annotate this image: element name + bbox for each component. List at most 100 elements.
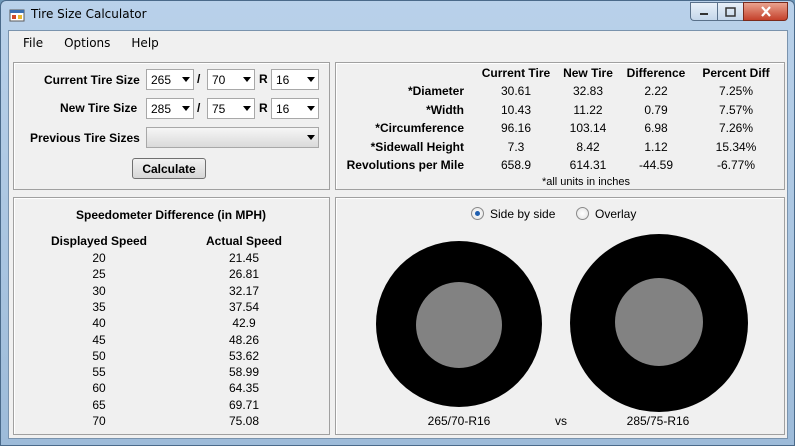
tire-visual-panel: Side by side Overlay 265/70-R16 vs 285/7… [335,197,785,435]
speedo-actual-value: 69.71 [228,398,260,412]
row-current-circumference: 96.16 [500,121,532,135]
speedo-actual-value: 48.26 [228,333,260,347]
row-diff-circumference: 6.98 [644,121,668,135]
speedo-displayed-value: 40 [92,316,106,330]
speedo-col-displayed: Displayed Speed [50,234,148,248]
new-aspect-select[interactable]: 75 [207,98,255,119]
maximize-button[interactable] [717,2,743,21]
menu-file[interactable]: File [15,31,51,55]
speedo-actual-value: 53.62 [228,349,260,363]
speedo-actual-value: 42.9 [232,316,256,330]
current-width-select[interactable]: 265 [146,69,194,90]
speedo-displayed-value: 65 [92,398,106,412]
speedo-actual-value: 64.35 [228,381,260,395]
row-diff-revolutions: -44.59 [638,158,674,172]
speedo-displayed-value: 55 [92,365,106,379]
speedo-actual-value: 26.81 [228,267,260,281]
row-current-width: 10.43 [500,103,532,117]
minimize-button[interactable] [690,2,717,21]
row-current-revolutions: 658.9 [500,158,532,172]
close-icon [760,6,771,17]
speedo-displayed-value: 35 [92,300,106,314]
app-window: Tire Size Calculator File Options Help C… [0,0,795,446]
row-current-sidewall: 7.3 [507,140,525,154]
speedo-displayed-value: 70 [92,414,106,428]
client-area: File Options Help Current Tire Size 265 … [8,30,788,439]
close-button[interactable] [743,2,788,21]
current-aspect-select[interactable]: 70 [207,69,255,90]
results-panel: Current Tire New Tire Difference Percent… [335,62,785,190]
row-pct-diameter: 7.25% [718,84,754,98]
current-width-value: 265 [151,73,172,87]
speedo-col-actual: Actual Speed [205,234,283,248]
units-note: *all units in inches [541,176,631,188]
row-label-width: *Width [426,103,464,117]
r-label: R [259,101,268,115]
row-pct-sidewall: 15.34% [715,140,757,154]
speedo-displayed-value: 30 [92,284,106,298]
slash-label: / [197,101,201,115]
header-current: Current Tire [481,66,551,80]
previous-sizes-label: Previous Tire Sizes [30,131,140,145]
speedo-displayed-value: 45 [92,333,106,347]
menu-help[interactable]: Help [123,31,166,55]
row-label-diameter: *Diameter [407,84,464,98]
speedo-actual-value: 32.17 [228,284,260,298]
new-tire-caption: 285/75-R16 [626,414,690,428]
new-width-select[interactable]: 285 [146,98,194,119]
speedo-displayed-value: 50 [92,349,106,363]
overlay-label[interactable]: Overlay [595,207,636,221]
current-rim-value: 16 [276,73,290,87]
side-by-side-radio[interactable] [471,207,484,220]
vs-label: vs [555,414,567,428]
row-label-revolutions: Revolutions per Mile [346,158,464,172]
speedo-actual-value: 75.08 [228,414,260,428]
speedo-displayed-value: 60 [92,381,106,395]
calculate-button[interactable]: Calculate [132,158,206,179]
speedo-displayed-value: 20 [92,251,106,265]
row-new-sidewall: 8.42 [576,140,600,154]
side-by-side-label[interactable]: Side by side [490,207,555,221]
maximize-icon [725,6,736,17]
chevron-down-icon [182,77,190,82]
speedometer-panel: Speedometer Difference (in MPH) Displaye… [13,197,330,435]
minimize-icon [700,12,708,15]
chevron-down-icon [182,106,190,111]
previous-sizes-select[interactable] [146,127,319,148]
speedo-actual-value: 21.45 [228,251,260,265]
row-label-circumference: *Circumference [375,121,464,135]
current-tire-caption: 265/70-R16 [427,414,491,428]
tire-input-panel: Current Tire Size 265 / 70 R 16 New Tire… [13,62,330,190]
row-diff-diameter: 2.22 [644,84,668,98]
new-rim-select[interactable]: 16 [271,98,319,119]
title-bar[interactable]: Tire Size Calculator [1,1,794,29]
row-new-diameter: 32.83 [572,84,604,98]
row-pct-circumference: 7.26% [718,121,754,135]
row-new-circumference: 103.14 [569,121,607,135]
row-label-sidewall: *Sidewall Height [370,140,464,154]
chevron-down-icon [243,77,251,82]
new-rim-value: 16 [276,102,290,116]
row-diff-sidewall: 1.12 [644,140,668,154]
header-difference: Difference [626,66,686,80]
overlay-radio[interactable] [576,207,589,220]
current-rim-select[interactable]: 16 [271,69,319,90]
new-rim-graphic [615,278,703,366]
row-current-diameter: 30.61 [500,84,532,98]
row-pct-revolutions: -6.77% [716,158,756,172]
r-label: R [259,72,268,86]
row-pct-width: 7.57% [718,103,754,117]
current-rim-graphic [416,282,502,368]
slash-label: / [197,72,201,86]
row-new-width: 11.22 [573,103,603,117]
window-title: Tire Size Calculator [31,7,147,21]
new-tire-label: New Tire Size [60,101,138,115]
menu-bar: File Options Help [9,31,787,55]
speedo-actual-value: 58.99 [228,365,260,379]
header-percent: Percent Diff [702,66,770,80]
speedo-title: Speedometer Difference (in MPH) [76,208,267,222]
chevron-down-icon [307,77,315,82]
app-icon [9,9,25,22]
menu-options[interactable]: Options [56,31,118,55]
new-aspect-value: 75 [212,102,226,116]
